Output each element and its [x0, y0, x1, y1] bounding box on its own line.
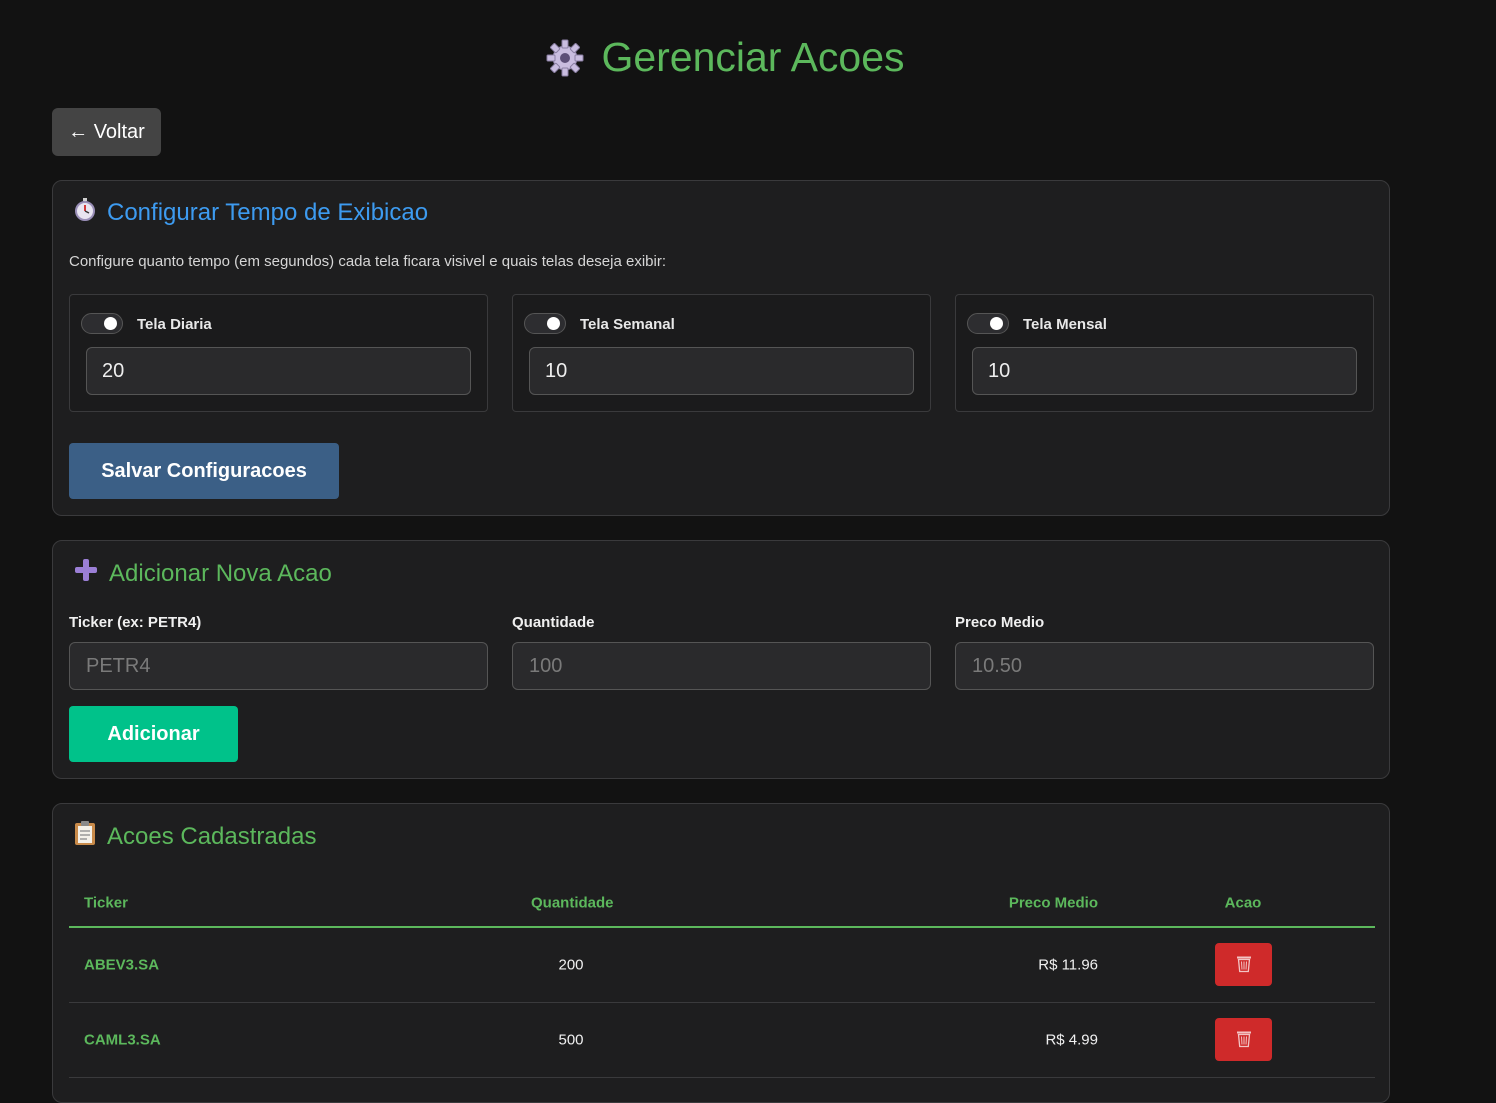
- avg-price-input[interactable]: [955, 642, 1374, 690]
- screen-daily-box: Tela Diaria: [69, 294, 488, 412]
- registered-stocks-card: Acoes Cadastradas Ticker Quantidade Prec…: [52, 803, 1390, 1103]
- row-ticker: CAML3.SA: [84, 1031, 161, 1049]
- table-header: Ticker Quantidade Preco Medio Acao: [69, 880, 1375, 928]
- clipboard-icon: [73, 820, 97, 853]
- plus-icon: [73, 557, 99, 590]
- page-title: Gerenciar Acoes: [0, 34, 1450, 81]
- row-ticker: ABEV3.SA: [84, 956, 160, 974]
- col-ticker: Ticker: [84, 894, 128, 912]
- ticker-input[interactable]: [69, 642, 488, 690]
- daily-label: Tela Diaria: [137, 316, 212, 333]
- weekly-label: Tela Semanal: [580, 316, 675, 333]
- delete-button[interactable]: [1215, 1018, 1272, 1061]
- daily-toggle[interactable]: [81, 313, 123, 334]
- screen-monthly-box: Tela Mensal: [955, 294, 1374, 412]
- weekly-seconds-input[interactable]: [529, 347, 914, 395]
- add-stock-card: Adicionar Nova Acao Ticker (ex: PETR4) Q…: [52, 540, 1390, 779]
- config-card-title: Configurar Tempo de Exibicao: [73, 197, 428, 228]
- trash-icon: [1234, 953, 1254, 976]
- toggle-knob: [547, 317, 560, 330]
- screen-weekly-box: Tela Semanal: [512, 294, 931, 412]
- page-title-text: Gerenciar Acoes: [601, 34, 905, 80]
- table-row: CAML3.SA 500 R$ 4.99: [69, 1003, 1375, 1078]
- add-button[interactable]: Adicionar: [69, 706, 238, 762]
- add-title-text: Adicionar Nova Acao: [109, 559, 332, 587]
- row-price: R$ 11.96: [1038, 956, 1098, 974]
- toggle-knob: [990, 317, 1003, 330]
- page: Gerenciar Acoes ← Voltar Configurar Temp…: [0, 0, 1496, 1103]
- save-config-button[interactable]: Salvar Configuracoes: [69, 443, 339, 499]
- quantity-label: Quantidade: [512, 614, 595, 631]
- avg-price-label: Preco Medio: [955, 614, 1045, 631]
- monthly-seconds-input[interactable]: [972, 347, 1357, 395]
- display-time-card: Configurar Tempo de Exibicao Configure q…: [52, 180, 1390, 516]
- row-quantity: 200: [558, 956, 584, 974]
- config-title-text: Configurar Tempo de Exibicao: [107, 198, 429, 226]
- row-quantity: 500: [558, 1031, 584, 1049]
- back-button[interactable]: ← Voltar: [52, 108, 161, 156]
- daily-seconds-input[interactable]: [86, 347, 471, 395]
- stopwatch-icon: [73, 197, 97, 228]
- monthly-label: Tela Mensal: [1023, 316, 1107, 333]
- ticker-label: Ticker (ex: PETR4): [69, 614, 202, 631]
- add-card-title: Adicionar Nova Acao: [73, 557, 332, 590]
- delete-button[interactable]: [1215, 943, 1272, 986]
- col-action: Acao: [1224, 894, 1262, 912]
- gear-icon: [545, 38, 585, 78]
- row-price: R$ 4.99: [1045, 1031, 1098, 1049]
- col-avg-price: Preco Medio: [1008, 894, 1098, 912]
- config-description: Configure quanto tempo (em segundos) cad…: [69, 253, 666, 270]
- weekly-toggle[interactable]: [524, 313, 566, 334]
- list-card-title: Acoes Cadastradas: [73, 820, 316, 853]
- quantity-input[interactable]: [512, 642, 931, 690]
- stocks-table: Ticker Quantidade Preco Medio Acao ABEV3…: [69, 880, 1375, 1078]
- list-title-text: Acoes Cadastradas: [107, 822, 317, 850]
- trash-icon: [1234, 1028, 1254, 1051]
- toggle-knob: [104, 317, 117, 330]
- table-row: ABEV3.SA 200 R$ 11.96: [69, 928, 1375, 1003]
- monthly-toggle[interactable]: [967, 313, 1009, 334]
- col-quantity: Quantidade: [531, 894, 614, 912]
